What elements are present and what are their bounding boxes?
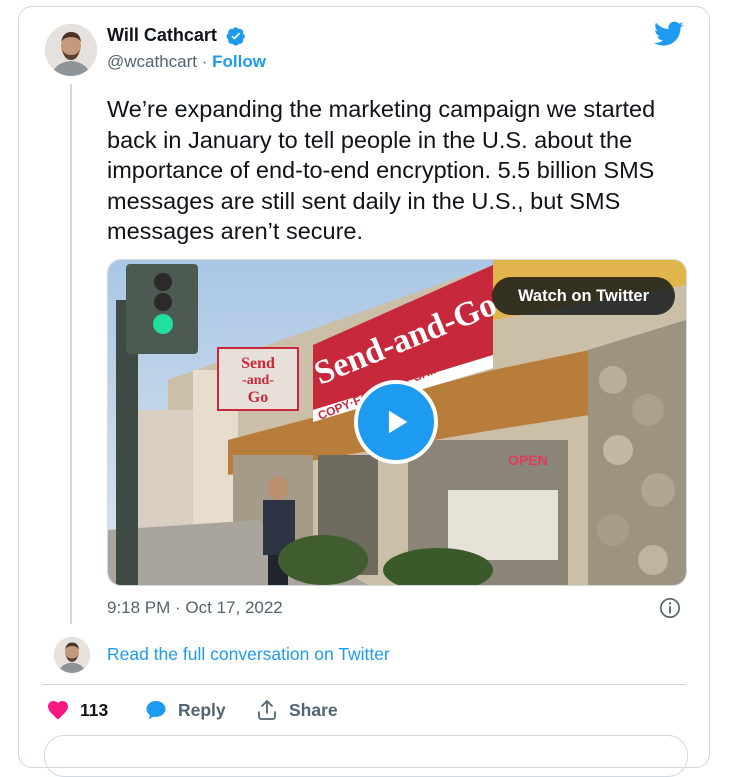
- follow-link[interactable]: Follow: [212, 52, 266, 71]
- side-sign-line-3: Go: [248, 389, 268, 406]
- handle-separator: ·: [201, 52, 208, 71]
- reply-button[interactable]: Reply: [144, 698, 226, 722]
- tweet-timestamp[interactable]: 9:18 PM · Oct 17, 2022: [107, 598, 283, 618]
- divider: [42, 684, 686, 685]
- conversation-avatar[interactable]: [54, 637, 90, 673]
- handle-row: @wcathcart · Follow: [107, 52, 266, 72]
- side-sign-line-1: Send: [241, 355, 275, 372]
- author-avatar[interactable]: [45, 24, 97, 76]
- play-button[interactable]: [354, 380, 438, 464]
- read-conversation-link[interactable]: Read the full conversation on Twitter: [107, 644, 390, 665]
- like-button[interactable]: 113: [46, 698, 108, 722]
- info-icon[interactable]: [659, 597, 681, 619]
- author-handle[interactable]: @wcathcart: [107, 52, 197, 71]
- like-count: 113: [80, 699, 109, 720]
- share-button[interactable]: Share: [255, 698, 338, 722]
- reply-bubble-icon: [146, 701, 166, 720]
- play-icon: [388, 410, 408, 434]
- verified-badge-icon: [226, 27, 245, 46]
- author-name[interactable]: Will Cathcart: [107, 25, 217, 46]
- share-icon: [258, 700, 276, 720]
- heart-icon: [48, 701, 68, 720]
- twitter-bird-icon[interactable]: [654, 21, 684, 47]
- watch-on-twitter-button[interactable]: Watch on Twitter: [492, 277, 675, 315]
- thread-line: [70, 84, 72, 624]
- share-label: Share: [289, 699, 338, 720]
- tweet-text: We’re expanding the marketing campaign w…: [107, 96, 656, 244]
- open-sign: OPEN: [508, 452, 548, 468]
- bottom-button[interactable]: [44, 735, 688, 777]
- reply-label: Reply: [178, 699, 226, 720]
- side-sign-line-2: -and-: [242, 373, 274, 388]
